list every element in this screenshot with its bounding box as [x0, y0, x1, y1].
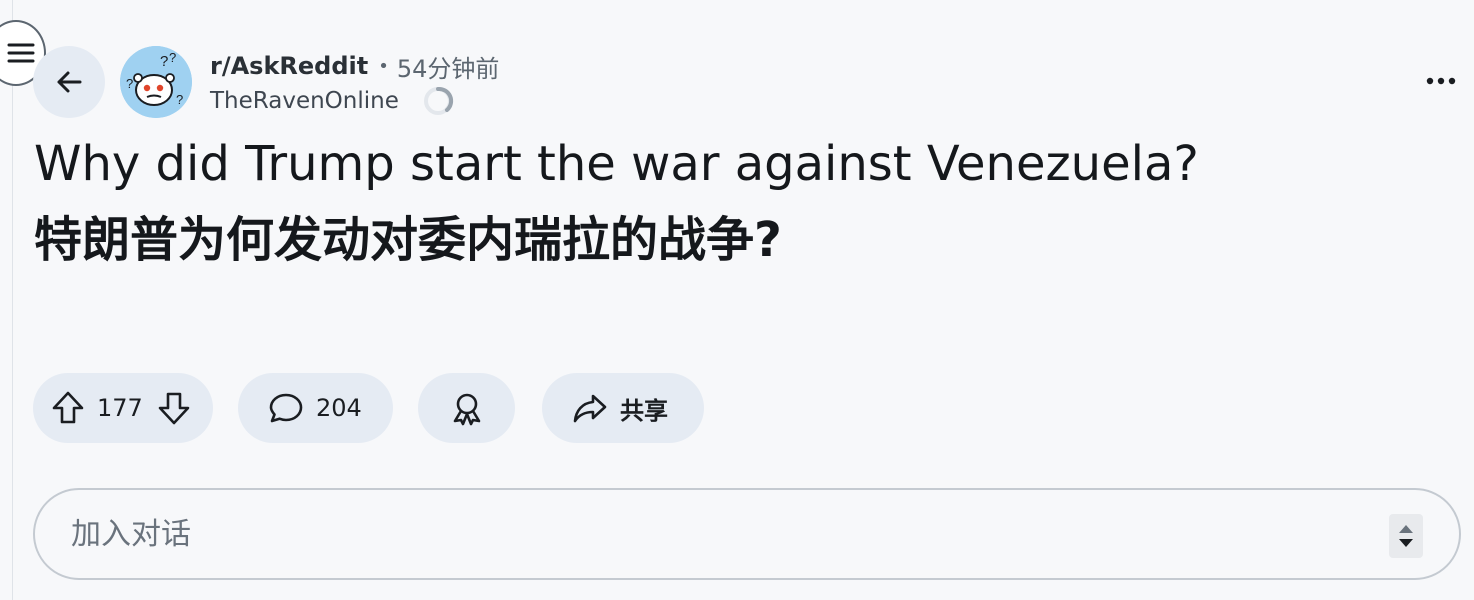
resize-handle[interactable] [1389, 514, 1423, 558]
post-title: Why did Trump start the war against Vene… [34, 126, 1454, 278]
comment-count: 204 [316, 394, 362, 422]
svg-text:?: ? [160, 53, 168, 70]
author-link[interactable]: TheRavenOnline [210, 88, 399, 114]
post-title-english: Why did Trump start the war against Vene… [34, 136, 1199, 192]
reddit-askreddit-avatar-icon: ? ? ? ? [120, 46, 192, 118]
hamburger-icon [7, 43, 35, 63]
arrow-down-icon[interactable] [157, 390, 191, 426]
svg-text:?: ? [126, 76, 133, 91]
arrow-up-icon[interactable] [51, 390, 85, 426]
more-horizontal-icon [1426, 77, 1456, 85]
author-row: TheRavenOnline [210, 84, 455, 118]
post-timestamp: 54分钟前 [396, 54, 500, 83]
vote-control: 177 [33, 373, 213, 443]
share-arrow-icon [573, 394, 607, 423]
award-button[interactable] [418, 373, 515, 443]
more-options-button[interactable] [1418, 64, 1464, 98]
caret-down-icon [1399, 539, 1413, 547]
arrow-left-icon [57, 71, 82, 93]
speech-bubble-icon [269, 393, 303, 423]
comment-input[interactable] [71, 516, 1371, 552]
subreddit-avatar[interactable]: ? ? ? ? [120, 46, 192, 118]
share-label: 共享 [620, 396, 668, 425]
comment-composer [33, 488, 1461, 580]
comments-button[interactable]: 204 [238, 373, 393, 443]
post-title-chinese: 特朗普为何发动对委内瑞拉的战争? [34, 212, 782, 268]
post-meta: r/AskReddit • 54分钟前 [210, 49, 499, 83]
svg-text:?: ? [169, 50, 176, 65]
caret-up-icon [1399, 525, 1413, 533]
spinner-icon [423, 86, 453, 115]
meta-separator: • [378, 55, 389, 77]
left-divider [12, 0, 13, 600]
award-icon [453, 393, 480, 426]
subreddit-link[interactable]: r/AskReddit [210, 52, 368, 80]
svg-text:?: ? [176, 92, 183, 107]
vote-count: 177 [97, 394, 143, 422]
back-button[interactable] [33, 46, 105, 118]
share-button[interactable]: 共享 [542, 373, 704, 443]
